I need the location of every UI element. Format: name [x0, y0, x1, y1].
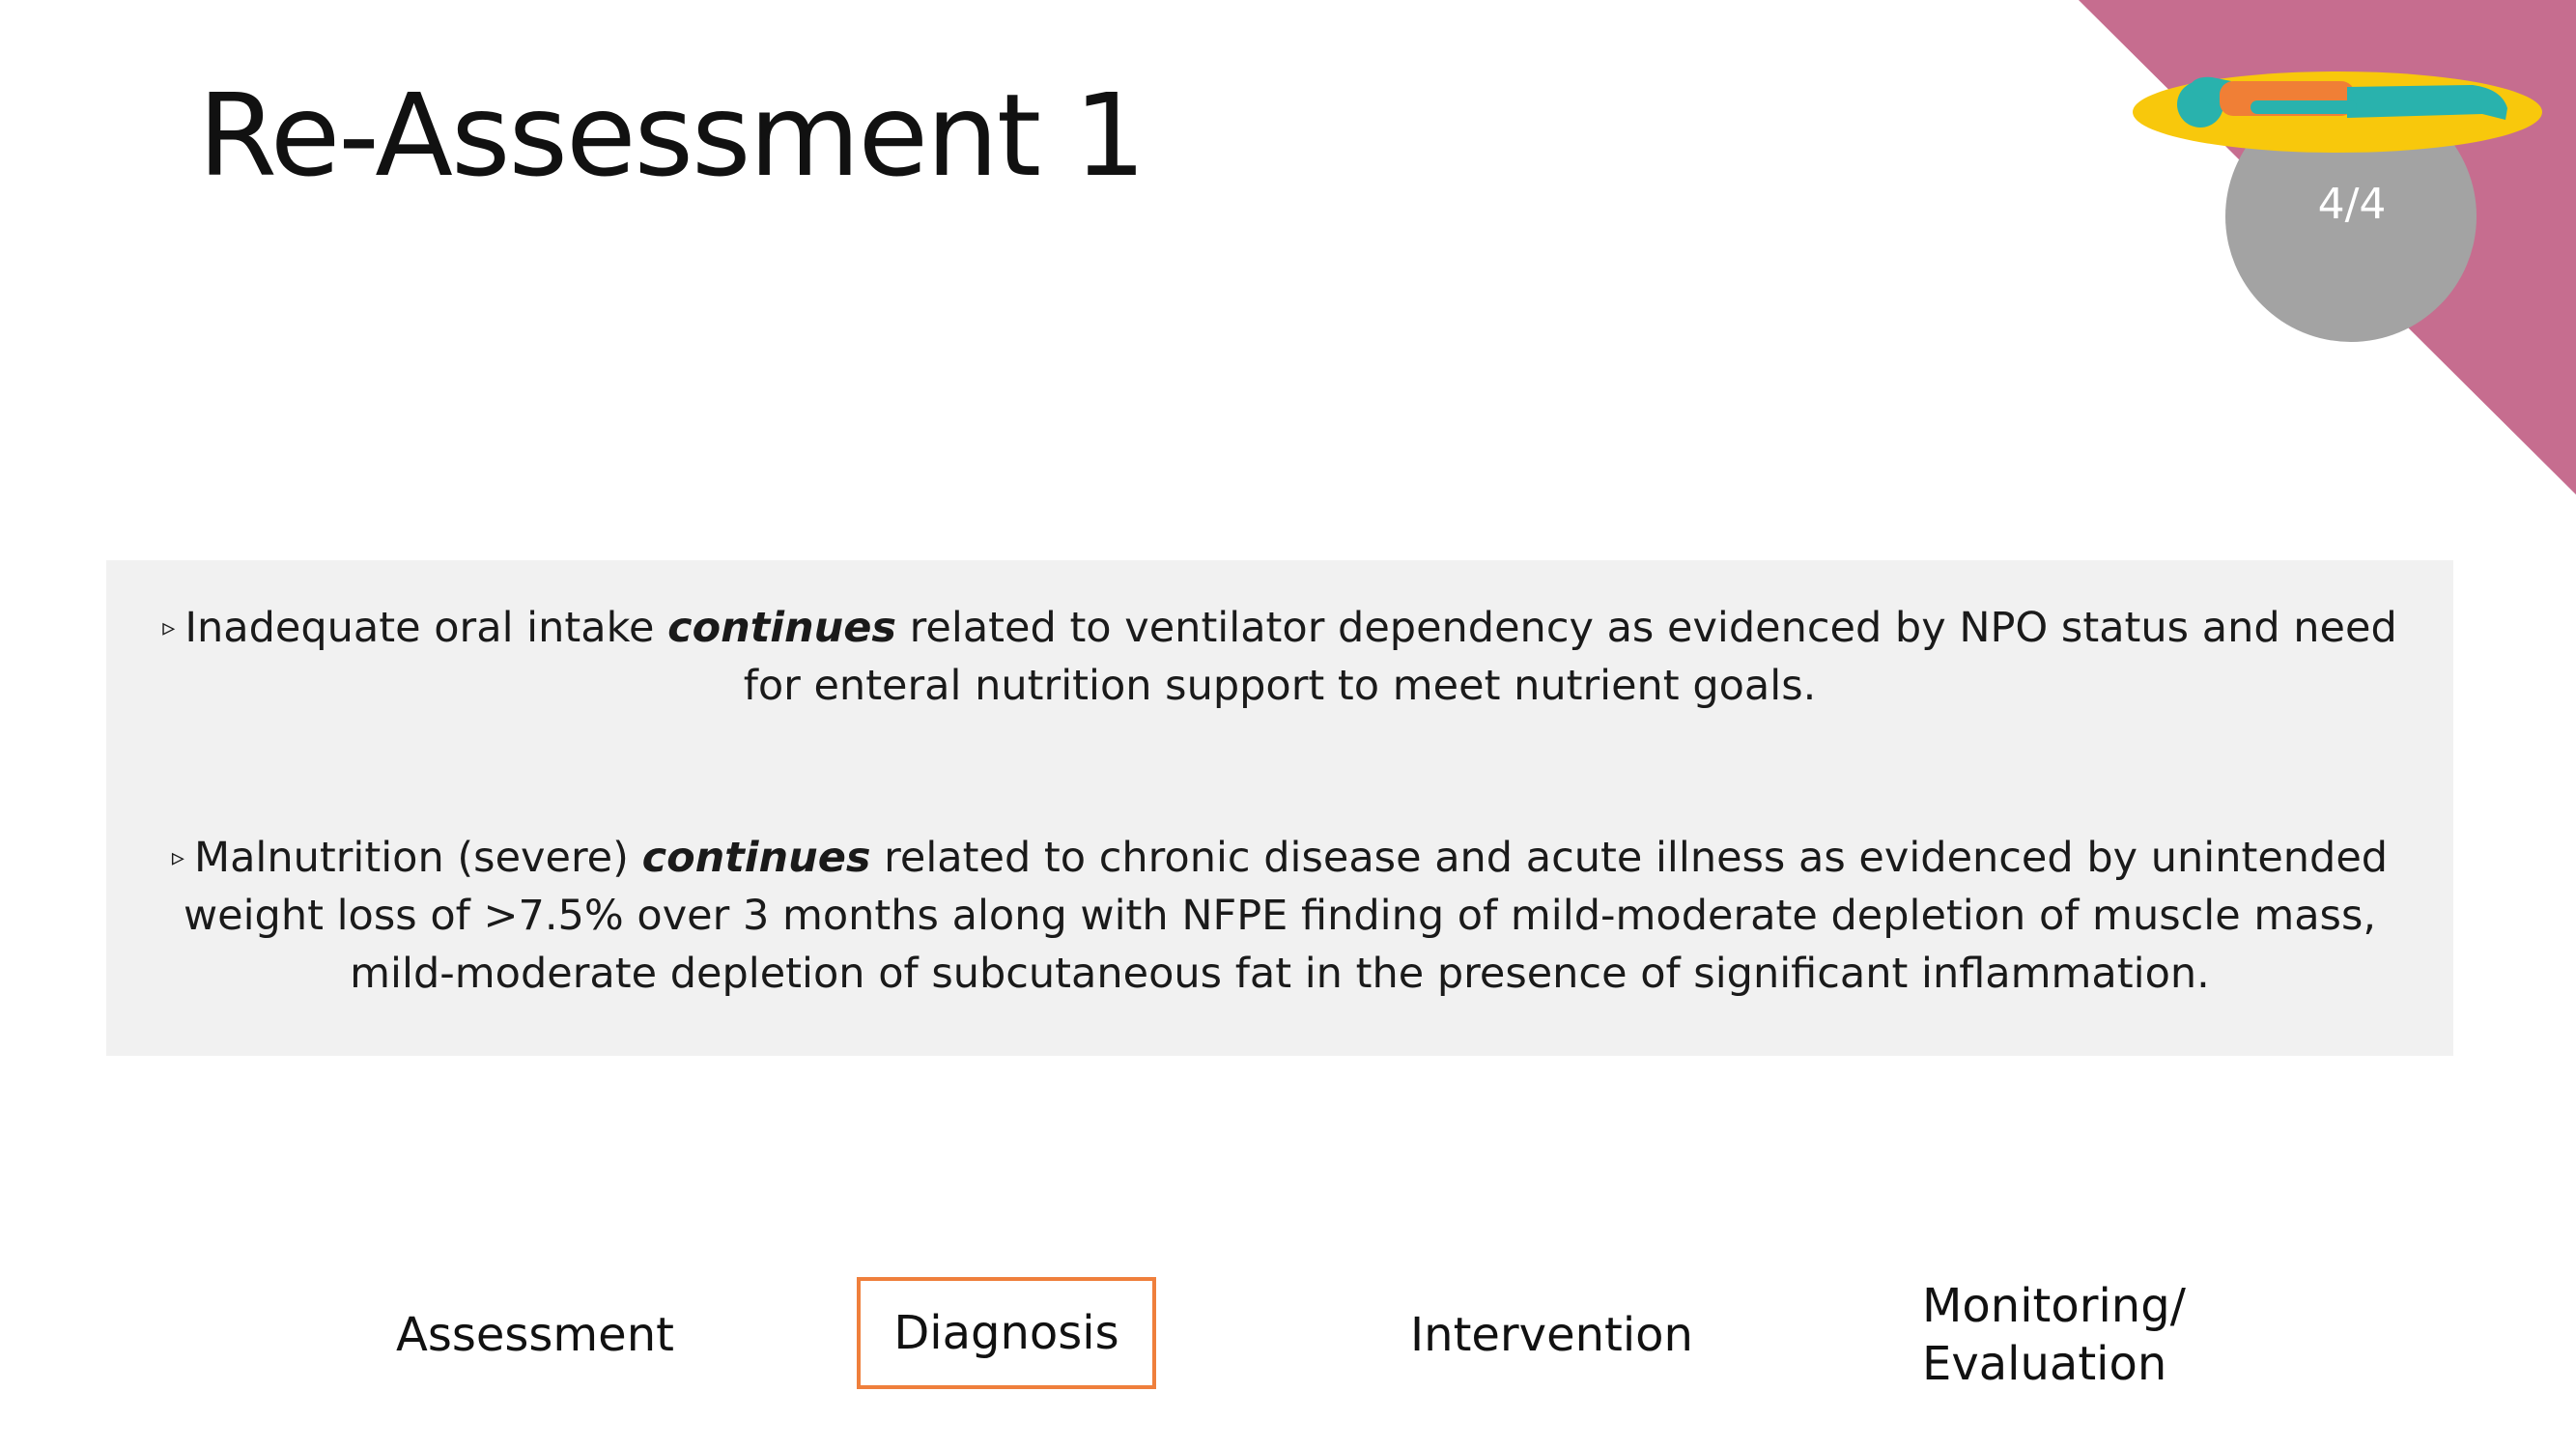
patient-torso	[2220, 81, 2355, 116]
statement-emphasis: continues	[667, 604, 897, 652]
triangle-bullet-icon: ▹	[162, 613, 176, 642]
patient-arm-lower	[2250, 100, 2357, 114]
nav-diagnosis-active[interactable]: Diagnosis	[857, 1277, 1156, 1389]
triangle-bullet-icon: ▹	[171, 843, 184, 872]
nav-intervention[interactable]: Intervention	[1410, 1306, 1693, 1364]
page-title: Re-Assessment 1	[198, 69, 1146, 202]
statement-text: Malnutrition (severe)	[193, 834, 642, 882]
statement-text: related to ventilator dependency as evid…	[743, 604, 2397, 710]
diagnosis-statement-2: ▹ Malnutrition (severe) continues related…	[135, 829, 2424, 1003]
nav-diagnosis-label: Diagnosis	[893, 1306, 1119, 1360]
corner-triangle	[2079, 0, 2576, 495]
page-counter: 4/4	[2317, 180, 2387, 229]
patient-lying-icon	[2133, 71, 2542, 153]
diagnosis-statement-1: ▹ Inadequate oral intake continues relate…	[135, 599, 2424, 715]
nav-monitoring-evaluation[interactable]: Monitoring/ Evaluation	[1922, 1277, 2186, 1393]
slide: Re-Assessment 1 4/4 ▹ Inadequate oral int…	[0, 0, 2576, 1449]
nav-monitoring-line2: Evaluation	[1922, 1337, 2167, 1391]
patient-platform	[2133, 71, 2542, 153]
nav-monitoring-line1: Monitoring/	[1922, 1279, 2186, 1333]
patient-arm	[2189, 76, 2231, 106]
statement-text: Inadequate oral intake	[184, 604, 668, 652]
patient-legs	[2347, 85, 2507, 120]
patient-head	[2177, 81, 2223, 128]
content-box: ▹ Inadequate oral intake continues relate…	[106, 560, 2453, 1056]
nav-assessment[interactable]: Assessment	[396, 1306, 674, 1364]
statement-emphasis: continues	[641, 834, 871, 882]
